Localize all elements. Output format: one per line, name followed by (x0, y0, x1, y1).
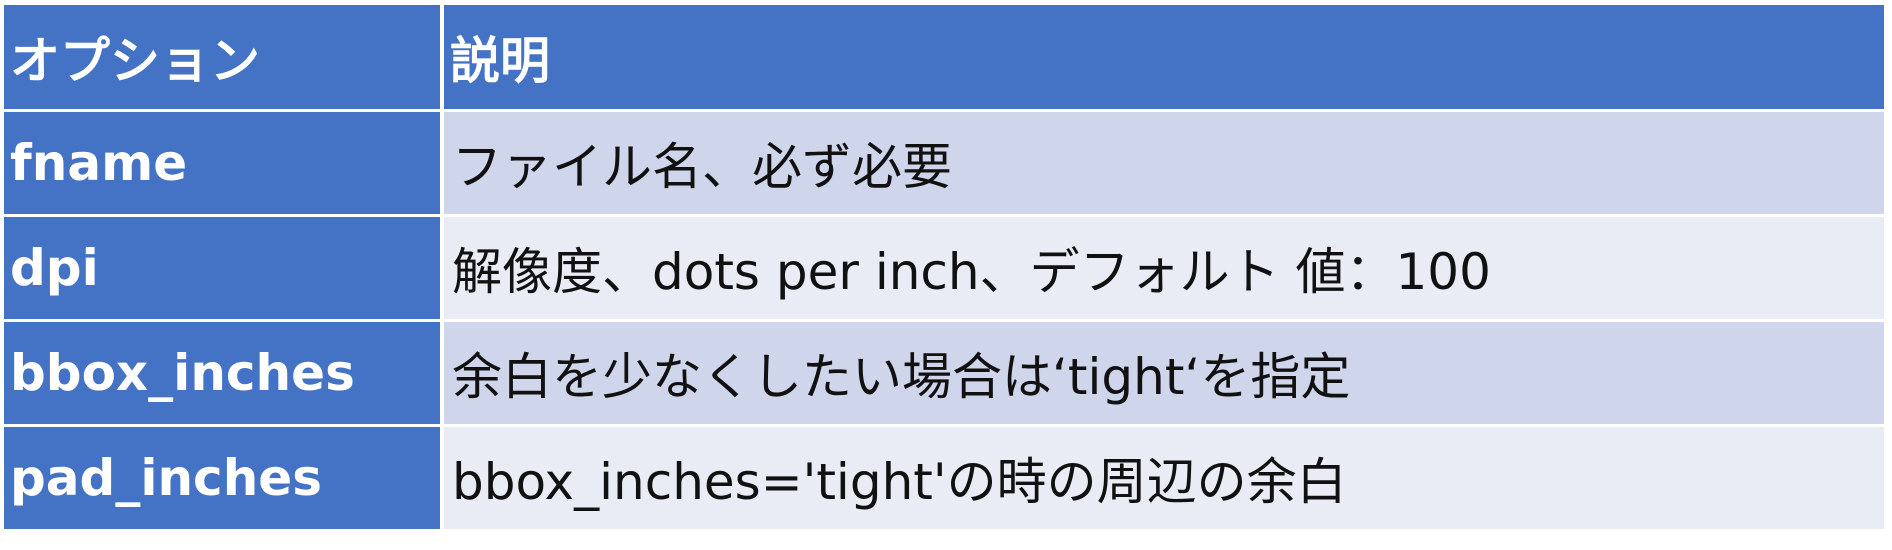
option-name: bbox_inches (4, 322, 444, 424)
header-description: 説明 (444, 5, 1884, 109)
option-description: ファイル名、必ず必要 (444, 112, 1884, 214)
option-name: dpi (4, 217, 444, 319)
option-description: 余白を少なくしたい場合は‘tight‘を指定 (444, 322, 1884, 424)
option-description: bbox_inches='tight'の時の周辺の余白 (444, 427, 1884, 529)
options-table: オプション 説明 fname ファイル名、必ず必要 dpi 解像度、dots p… (4, 5, 1884, 529)
header-option: オプション (4, 5, 444, 109)
option-description: 解像度、dots per inch、デフォルト 値：100 (444, 217, 1884, 319)
option-name: fname (4, 112, 444, 214)
option-name: pad_inches (4, 427, 444, 529)
